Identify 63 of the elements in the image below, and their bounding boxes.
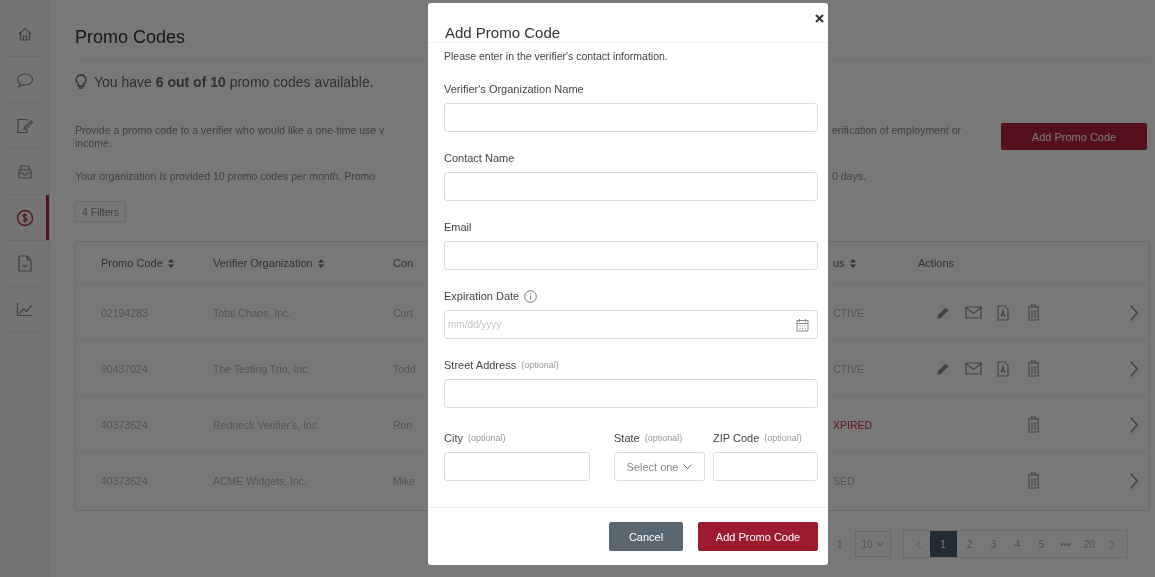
submit-button[interactable]: Add Promo Code	[698, 522, 818, 551]
input-field[interactable]	[444, 452, 590, 481]
field-label: Street Address	[444, 359, 517, 371]
field-label: City	[444, 432, 463, 444]
field-label: Email	[444, 221, 472, 233]
document-pen-icon	[15, 117, 34, 134]
pdf-file-icon[interactable]	[997, 360, 1009, 377]
cancel-button[interactable]: Cancel	[609, 522, 683, 551]
date-field[interactable]: mm/dd/yyyy	[444, 310, 818, 339]
trash-icon[interactable]	[1026, 416, 1040, 433]
column-header[interactable]: Verifier Organization	[213, 257, 393, 269]
envelope-icon[interactable]	[964, 362, 982, 375]
pencil-icon[interactable]	[936, 305, 950, 320]
page-button[interactable]: •••	[1054, 531, 1077, 557]
field-label: Verifier's Organization Name	[444, 83, 584, 95]
column-header[interactable]: Actions	[918, 257, 1118, 269]
input-field[interactable]	[444, 379, 818, 408]
chevron-right-icon[interactable]	[1128, 415, 1139, 434]
home-icon	[16, 25, 33, 42]
inbox-icon	[16, 163, 33, 180]
line-chart-icon	[15, 302, 34, 317]
caret-icon	[876, 541, 884, 547]
field-label: Expiration Date	[444, 290, 520, 302]
chevron-right-icon[interactable]	[1128, 303, 1139, 322]
chevron-right-icon[interactable]	[1128, 359, 1139, 378]
field-label: State	[614, 432, 640, 444]
lightbulb-icon	[75, 74, 87, 90]
optional-hint: (optional)	[467, 433, 506, 443]
status-text: XPIRED	[833, 418, 874, 431]
column-header[interactable]: us	[833, 257, 918, 269]
close-icon[interactable]	[815, 14, 824, 23]
input-field[interactable]	[713, 452, 818, 481]
chevron-right-icon[interactable]	[1128, 471, 1139, 490]
input-field[interactable]	[444, 172, 818, 201]
input-field[interactable]	[444, 103, 818, 132]
add-promo-code-button[interactable]: Add Promo Code	[1001, 123, 1147, 150]
caret-icon	[683, 463, 693, 470]
trash-icon[interactable]	[1026, 304, 1040, 321]
envelope-icon[interactable]	[964, 306, 982, 319]
input-field[interactable]	[444, 241, 818, 270]
page-title: Promo Codes	[75, 27, 186, 47]
dollar-nav-item[interactable]	[6, 195, 49, 241]
optional-hint: (optional)	[764, 433, 802, 443]
trash-icon[interactable]	[1026, 472, 1040, 489]
document-icon	[17, 255, 32, 272]
availability-text: You have 6 out of 10 promo codes available.	[94, 73, 374, 91]
modal-title: Add Promo Code	[445, 24, 561, 41]
field-label: ZIP Code	[713, 432, 760, 444]
chat-bubble-icon	[15, 71, 34, 88]
column-header[interactable]: Promo Code	[101, 257, 213, 269]
field-label: Contact Name	[444, 152, 515, 164]
optional-hint: (optional)	[644, 433, 683, 443]
dollar-circle-icon	[15, 208, 34, 227]
modal-instructions: Please enter in the verifier's contact information.	[444, 49, 669, 63]
info-icon[interactable]	[524, 289, 538, 303]
pencil-icon[interactable]	[936, 361, 950, 376]
column-header[interactable]: Con	[393, 257, 429, 269]
state-select[interactable]: Select one	[614, 452, 705, 481]
optional-hint: (optional)	[521, 360, 559, 370]
page-button[interactable]: 1	[929, 531, 957, 557]
calendar-icon[interactable]	[796, 318, 809, 332]
pdf-file-icon[interactable]	[997, 304, 1009, 321]
trash-icon[interactable]	[1026, 360, 1040, 377]
